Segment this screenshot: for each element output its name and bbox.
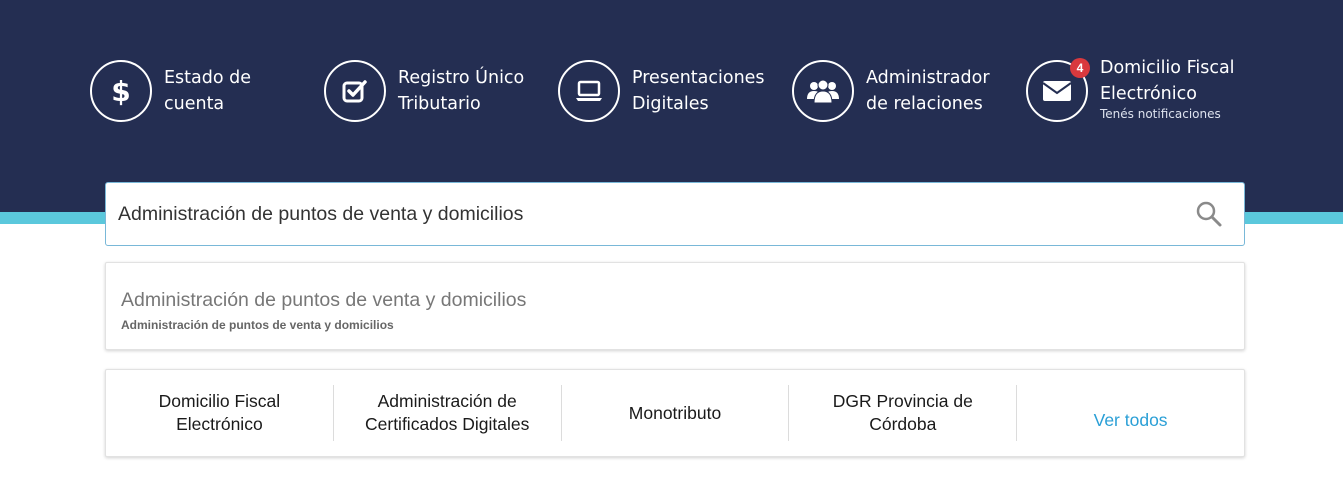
shortcut-label: Administrador de relaciones [866, 65, 990, 117]
shortcut-domicilio-fiscal-electronico[interactable]: 4 Domicilio Fiscal Electrónico Tenés not… [1026, 56, 1235, 126]
quick-link-line1: DGR Provincia de [832, 391, 973, 411]
shortcut-label: Domicilio Fiscal Electrónico Tenés notif… [1100, 55, 1235, 121]
search-input[interactable] [116, 193, 1194, 235]
dollar-icon: $ [90, 60, 152, 122]
quick-link-monotributo[interactable]: Monotributo [562, 385, 790, 441]
shortcut-presentaciones-digitales[interactable]: Presentaciones Digitales [558, 56, 765, 126]
suggestion-title: Administración de puntos de venta y domi… [121, 289, 527, 311]
shortcut-administrador-de-relaciones[interactable]: Administrador de relaciones [792, 56, 990, 126]
search-suggestions: Administración de puntos de venta y domi… [105, 262, 1245, 350]
shortcut-estado-de-cuenta[interactable]: $ Estado de cuenta [90, 56, 251, 126]
shortcut-label: Presentaciones Digitales [632, 65, 765, 117]
quick-link-line2: Córdoba [869, 414, 937, 434]
quick-link-line1: Domicilio Fiscal [158, 391, 281, 411]
shortcut-label-line2: cuenta [164, 94, 225, 114]
users-icon [792, 60, 854, 122]
quick-link-certificados-digitales[interactable]: Administración de Certificados Digitales [334, 385, 562, 441]
shortcut-label-line1: Domicilio Fiscal [1100, 58, 1235, 78]
shortcut-label-line2: Digitales [632, 94, 709, 114]
shortcut-label-line2: de relaciones [866, 94, 983, 114]
shortcut-label: Estado de cuenta [164, 65, 251, 117]
quick-link-line2: Electrónico [176, 414, 263, 434]
shortcut-label-line2: Tributario [398, 94, 481, 114]
notification-badge: 4 [1070, 58, 1090, 78]
checkbox-icon [324, 60, 386, 122]
shortcut-label-line1: Administrador [866, 68, 990, 88]
shortcut-label-line1: Estado de [164, 68, 252, 88]
quick-links-bar: Domicilio Fiscal Electrónico Administrac… [105, 369, 1245, 457]
envelope-icon: 4 [1026, 58, 1090, 122]
shortcut-label: Registro Único Tributario [398, 65, 524, 117]
suggestion-subtitle: Administración de puntos de venta y domi… [121, 318, 394, 332]
quick-link-line2: Certificados Digitales [365, 414, 530, 434]
shortcut-registro-unico-tributario[interactable]: Registro Único Tributario [324, 56, 524, 126]
laptop-icon [558, 60, 620, 122]
see-all-link[interactable]: Ver todos [1017, 385, 1244, 441]
svg-text:$: $ [111, 75, 130, 107]
suggestion-item[interactable]: Administración de puntos de venta y domi… [106, 263, 1244, 332]
shortcut-label-line2: Electrónico [1100, 84, 1197, 104]
quick-link-line1: Monotributo [628, 402, 722, 423]
quick-link-domicilio-fiscal[interactable]: Domicilio Fiscal Electrónico [106, 385, 334, 441]
quick-link-dgr-cordoba[interactable]: DGR Provincia de Córdoba [789, 385, 1018, 441]
search-icon[interactable] [1194, 199, 1224, 229]
search-bar [105, 182, 1245, 246]
shortcut-label-line1: Presentaciones [632, 68, 765, 88]
quick-link-line1: Administración de [377, 391, 517, 411]
shortcut-label-line1: Registro Único [398, 68, 525, 88]
notifications-subtitle: Tenés notificaciones [1100, 107, 1221, 121]
